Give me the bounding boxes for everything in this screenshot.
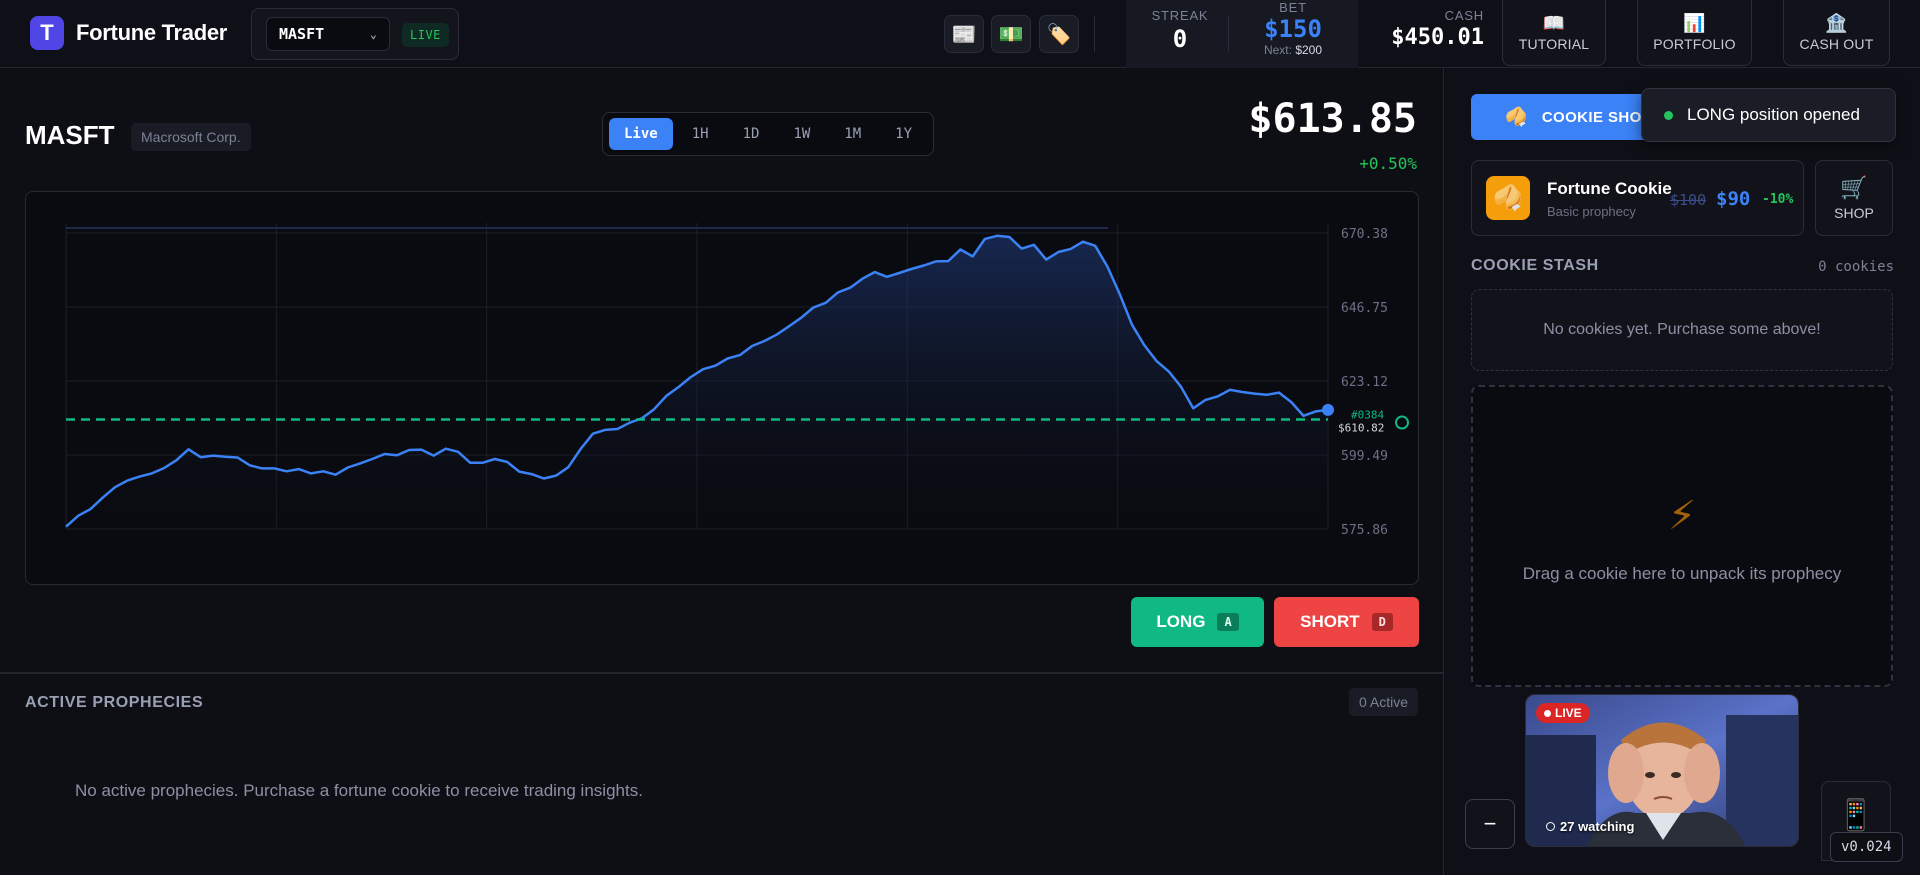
toast-notification: LONG position opened	[1641, 88, 1896, 142]
tab-1w[interactable]: 1W	[778, 118, 825, 150]
cookie-price-new: $90	[1716, 188, 1751, 210]
cash-value: $450.01	[1391, 25, 1484, 50]
bet-next: Next: $200	[1263, 43, 1323, 57]
cookie-drop-zone[interactable]: ⚡ Drag a cookie here to unpack its proph…	[1471, 385, 1893, 687]
tag-icon[interactable]: 🏷️	[1039, 15, 1079, 53]
cookie-price-old: $100	[1670, 191, 1707, 209]
y-tick-label: 670.38	[1341, 227, 1388, 242]
newspaper-icon[interactable]: 📰	[944, 15, 984, 53]
streak-label: STREAK	[1151, 8, 1209, 23]
tutorial-button[interactable]: 📖 TUTORIAL	[1502, 0, 1606, 66]
long-button[interactable]: LONG A	[1131, 597, 1264, 647]
timeframe-tabs: Live 1H 1D 1W 1M 1Y	[602, 112, 934, 156]
prophecies-count: 0 Active	[1348, 688, 1418, 716]
record-dot-icon	[1544, 709, 1551, 717]
stash-empty-box: No cookies yet. Purchase some above!	[1471, 289, 1893, 371]
fortune-cookie-icon: 🥠	[1505, 106, 1528, 127]
app-logo: T	[30, 16, 64, 50]
drop-zone-text: Drag a cookie here to unpack its prophec…	[1522, 564, 1842, 583]
stash-empty-text: No cookies yet. Purchase some above!	[1543, 321, 1821, 338]
long-hotkey: A	[1217, 613, 1239, 631]
success-dot-icon	[1664, 110, 1673, 120]
stash-count: 0 cookies	[1818, 259, 1894, 275]
price-chart[interactable]: 670.38 646.75 623.12 599.49 575.86 #0384 $610.…	[25, 191, 1419, 585]
cash-label: CASH	[1444, 8, 1484, 23]
fortune-cookie-icon: 🥠	[1486, 176, 1530, 220]
current-price: $613.85	[1248, 96, 1417, 142]
prophecies-title: ACTIVE PROPHECIES	[25, 694, 204, 711]
ticker-selector-group: MASFT ⌄ LIVE	[251, 8, 459, 60]
company-name: Macrosoft Corp.	[131, 123, 251, 151]
stream-live-badge: LIVE	[1536, 703, 1590, 723]
tab-1y[interactable]: 1Y	[880, 118, 927, 150]
minimize-stream-button[interactable]: −	[1465, 799, 1515, 849]
y-tick-label: 575.86	[1341, 523, 1388, 538]
tab-live[interactable]: Live	[609, 118, 673, 150]
portfolio-button[interactable]: 📊 PORTFOLIO	[1637, 0, 1752, 66]
bet-stat: BET $150 Next: $200	[1238, 0, 1348, 57]
streak-stat: STREAK 0	[1140, 8, 1220, 53]
cart-icon: 🛒	[1840, 175, 1868, 200]
divider	[0, 672, 1444, 674]
tab-1m[interactable]: 1M	[829, 118, 876, 150]
shop-button[interactable]: 🛒 SHOP	[1815, 160, 1893, 236]
chart-icon: 📊	[1683, 13, 1706, 33]
stream-live-label: LIVE	[1555, 706, 1582, 720]
tab-1h[interactable]: 1H	[677, 118, 724, 150]
main-panel: MASFT Macrosoft Corp. Live 1H 1D 1W 1M 1…	[0, 68, 1444, 875]
long-label: LONG	[1156, 612, 1206, 631]
live-badge: LIVE	[402, 23, 449, 47]
price-chart-svg: 670.38 646.75 623.12 599.49 575.86 #0384$610.…	[65, 223, 1409, 538]
divider	[1094, 16, 1095, 52]
sidebar: 🥠 COOKIE SHOP LONG position opened 🥠 For…	[1445, 68, 1920, 875]
stock-symbol: MASFT	[25, 120, 115, 150]
tutorial-label: TUTORIAL	[1518, 36, 1590, 52]
prophecies-empty-text: No active prophecies. Purchase a fortune…	[75, 781, 643, 800]
toast-text: LONG position opened	[1687, 105, 1860, 124]
livestream-video[interactable]: LIVE 27 watching	[1525, 694, 1799, 847]
top-bar: T Fortune Trader MASFT ⌄ LIVE 📰 💵 🏷️ STR…	[0, 0, 1920, 68]
short-label: SHORT	[1300, 612, 1360, 631]
bet-value: $150	[1264, 15, 1322, 43]
entry-marker	[1395, 415, 1409, 430]
ticker-select-value: MASFT	[279, 25, 325, 43]
version-badge: v0.024	[1830, 832, 1903, 862]
lightning-icon: ⚡	[1667, 494, 1697, 538]
tab-1d[interactable]: 1D	[728, 118, 775, 150]
chevron-down-icon: ⌄	[369, 27, 377, 41]
stream-watching-text: 27 watching	[1560, 819, 1635, 834]
price-change: +0.50%	[1359, 154, 1417, 173]
last-price-dot	[1322, 403, 1334, 416]
y-tick-label: 599.49	[1341, 449, 1388, 464]
divider	[1228, 16, 1229, 52]
cash-stat: CASH $450.01	[1374, 8, 1484, 50]
entry-price-label: $610.82	[1338, 422, 1384, 435]
app-name: Fortune Trader	[76, 20, 228, 45]
streak-value: 0	[1172, 25, 1188, 53]
bet-label: BET	[1279, 0, 1307, 15]
stream-viewer-count: 27 watching	[1546, 819, 1634, 834]
stash-title: COOKIE STASH	[1471, 257, 1599, 274]
cookie-name: Fortune Cookie	[1547, 179, 1672, 198]
cookie-product-card[interactable]: 🥠 Fortune Cookie Basic prophecy $100 $90…	[1471, 160, 1804, 236]
short-button[interactable]: SHORT D	[1274, 597, 1419, 647]
portfolio-label: PORTFOLIO	[1653, 36, 1736, 52]
brand: T Fortune Trader	[30, 16, 227, 50]
bank-icon: 🏦	[1825, 13, 1848, 33]
book-icon: 📖	[1542, 13, 1566, 33]
y-tick-label: 623.12	[1341, 375, 1388, 390]
cash-out-label: CASH OUT	[1799, 36, 1874, 52]
money-icon[interactable]: 💵	[991, 15, 1031, 53]
cookie-description: Basic prophecy	[1547, 204, 1636, 219]
ticker-select[interactable]: MASFT ⌄	[266, 17, 390, 51]
cookie-shop-label: COOKIE SHOP	[1541, 108, 1653, 126]
entry-tag-label: #0384	[1351, 409, 1384, 422]
shop-label: SHOP	[1834, 205, 1874, 221]
cookie-discount: -10%	[1762, 192, 1794, 207]
cash-out-button[interactable]: 🏦 CASH OUT	[1783, 0, 1890, 66]
y-tick-label: 646.75	[1341, 301, 1388, 316]
short-hotkey: D	[1371, 613, 1393, 631]
viewer-icon	[1546, 822, 1555, 831]
